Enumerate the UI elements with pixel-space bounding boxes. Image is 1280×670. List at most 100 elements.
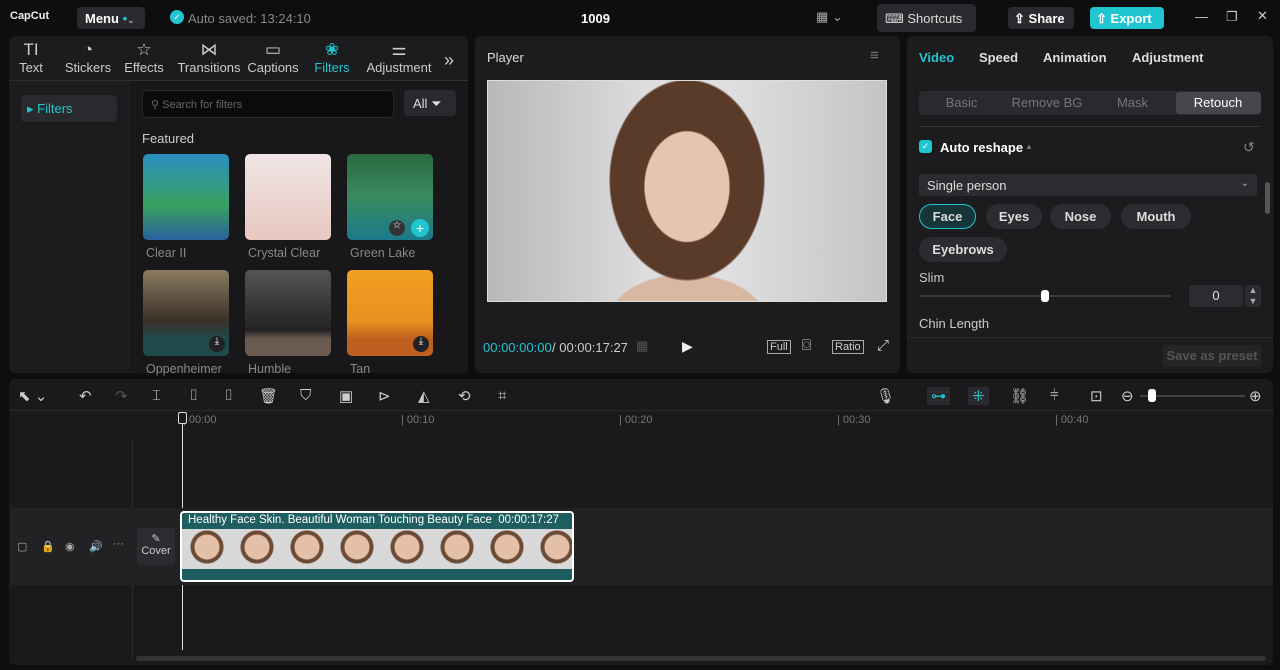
player-menu-icon[interactable]: ≡ [870,47,879,64]
crop-icon[interactable]: ⌗ [498,387,506,404]
part-eyes[interactable]: Eyes [986,204,1042,229]
search-input[interactable]: ⚲ Search for filters [142,90,394,118]
filter-thumbnail[interactable] [245,154,331,240]
ruler-tick: | 00:30 [837,414,871,426]
clip-frame [532,529,572,569]
preview-axis-icon[interactable]: ⫩ [1050,387,1059,404]
delete-icon[interactable]: 🗑 [259,387,278,405]
shortcuts-button[interactable]: ⌨ Shortcuts [877,4,976,32]
filter-thumbnail[interactable] [245,270,331,356]
clip-frame [382,529,432,569]
split-right-icon[interactable]: ⌷ [224,387,233,404]
search-icon: ⚲ [151,99,160,111]
undo-icon[interactable]: ↶ [79,387,92,405]
microphone-icon[interactable]: 🎙 [876,387,895,405]
zoom-out-icon[interactable]: ⊖ [1121,387,1134,405]
person-mode-select[interactable]: Single person ⌄ [919,174,1257,196]
chevron-down-icon: ⌄ [1240,178,1249,189]
audio-icon[interactable]: 🔊 [89,540,103,553]
link-icon[interactable]: ⛓ [1010,387,1029,405]
cover-button[interactable]: ✎Healthy Face Skin. Beautiful Woman Touc… [137,528,175,565]
share-icon: ⇪ [1014,11,1025,26]
play-icon[interactable]: ▶ [682,338,693,355]
video-clip[interactable]: Healthy Face Skin. Beautiful Woman Touch… [180,511,574,582]
mode-label: Single person [927,178,1007,193]
fit-icon[interactable]: ⊡ [1090,387,1103,405]
subtab-basic[interactable]: Basic [919,92,1004,114]
export-button[interactable]: ⇧ Export [1090,7,1164,29]
zoom-in-icon[interactable]: ⊕ [1249,387,1262,405]
slim-value-input[interactable]: 0 [1189,285,1243,307]
slim-label: Slim [919,270,945,285]
ratio-button[interactable]: Ratio [832,340,864,354]
subtab-remove-bg[interactable]: Remove BG [1005,92,1090,114]
split-icon[interactable]: ⌶ [152,387,161,404]
inspector-tab-speed[interactable]: Speed [979,50,1018,65]
share-button[interactable]: ⇪ Share [1008,7,1074,29]
restore-icon[interactable]: ❐ [1226,9,1238,25]
zoom-slider-handle[interactable] [1148,389,1156,402]
favorite-icon[interactable]: ☆ [389,220,405,236]
collapse-icon[interactable]: ▲ [1025,142,1033,151]
screenshot-icon[interactable]: ⌼ [802,337,811,354]
playhead-handle[interactable] [178,412,187,424]
track-video-icon[interactable]: ▢ [17,540,27,553]
tab-adjustment[interactable]: ⚌ Adjustment [359,40,439,75]
timeline-grid-icon[interactable]: ▦ [636,338,648,354]
more-icon[interactable]: ··· [113,538,124,550]
main-track-magnet-icon[interactable]: ⊶ [927,387,950,405]
minimize-icon[interactable]: — [1195,9,1208,24]
inspector-tab-animation[interactable]: Animation [1043,50,1107,65]
inspector-tab-video[interactable]: Video [919,50,954,65]
redo-icon[interactable]: ↷ [115,387,128,405]
part-face[interactable]: Face [919,204,976,229]
auto-reshape-checkbox[interactable]: ✓ [919,140,932,153]
tab-label: Text [19,60,43,75]
inspector-scrollbar[interactable] [1265,182,1270,214]
menu-button[interactable]: Menu •⌄ [77,7,145,29]
timeline-scrollbar[interactable] [136,656,1266,661]
top-bar: CapCut Menu •⌄ ✓ Auto saved: 13:24:10 10… [0,0,1280,36]
slim-stepper[interactable]: ▲ ▼ [1245,285,1261,307]
video-preview[interactable] [487,80,887,302]
filter-name: Humble [248,362,292,376]
reverse-icon[interactable]: ⊳ [378,387,391,405]
filter-name: Crystal Clear [248,246,321,260]
freeze-icon[interactable]: ▣ [339,387,353,405]
ruler-tick: | 00:20 [619,414,653,426]
reset-icon[interactable]: ↺ [1243,139,1255,156]
keyboard-icon: ⌨ [885,11,904,26]
select-tool-icon[interactable]: ⬉ ⌄ [18,387,47,405]
filter-name: Clear II [146,246,187,260]
all-label: All [413,96,428,111]
slim-slider-handle[interactable] [1041,290,1049,302]
split-left-icon[interactable]: ⌷ [189,387,198,404]
download-icon[interactable]: ⤓ [209,336,225,352]
subtab-mask[interactable]: Mask [1090,92,1175,114]
full-button[interactable]: Full [767,340,791,354]
download-icon[interactable]: ⤓ [413,336,429,352]
layout-icon[interactable]: ▦ ⌄ [816,9,843,25]
part-mouth[interactable]: Mouth [1121,204,1191,229]
save-preset-button[interactable]: Save as preset [1163,345,1261,367]
subtab-retouch[interactable]: Retouch [1175,92,1261,114]
check-icon: ✓ [170,10,184,24]
add-filter-icon[interactable]: + [411,219,429,237]
filter-all-button[interactable]: All ⏷ [404,90,456,116]
eye-icon[interactable]: ◉ [65,540,75,553]
rotate-icon[interactable]: ⟲ [458,387,471,405]
sidebar-item-filters[interactable]: ▸ Filters [21,95,117,122]
mirror-icon[interactable]: ◭ [418,387,430,405]
more-tabs-icon[interactable]: » [444,50,454,71]
inspector-tab-adjustment[interactable]: Adjustment [1132,50,1204,65]
lock-icon[interactable]: 🔒 [41,540,55,553]
auto-snap-icon[interactable]: ⁜ [968,387,989,405]
fullscreen-icon[interactable]: ⤢ [877,337,889,354]
close-icon[interactable]: ✕ [1257,8,1268,24]
part-nose[interactable]: Nose [1050,204,1111,229]
clip-frame [282,529,332,569]
part-eyebrows[interactable]: Eyebrows [919,237,1007,262]
marker-icon[interactable]: ⛉ [300,387,311,404]
filter-thumbnail[interactable] [143,154,229,240]
tab-label: Filters [314,60,350,75]
